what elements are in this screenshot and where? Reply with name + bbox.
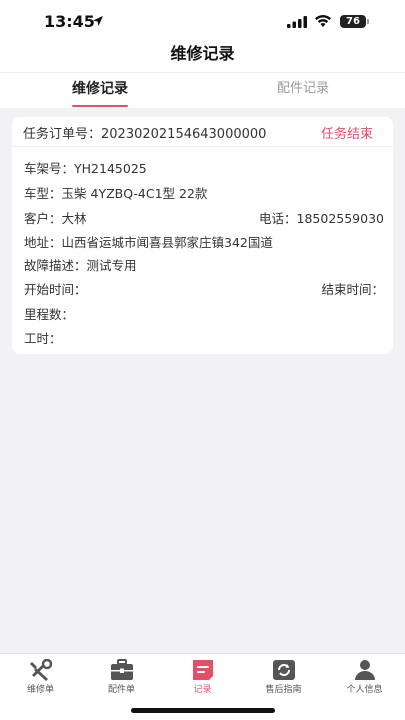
order-number: 任务订单号：20230202154643000000 xyxy=(23,123,266,142)
address-row: 地址：山西省运城市闻喜县郭家庄镇342国道 xyxy=(24,232,384,252)
frame-label: 车架号： xyxy=(24,161,75,176)
guide-icon xyxy=(273,660,295,680)
mileage-row: 里程数： xyxy=(24,304,384,324)
home-indicator xyxy=(131,708,275,713)
order-value: 20230202154643000000 xyxy=(101,127,267,142)
person-icon xyxy=(355,660,375,680)
fault-value: 测试专用 xyxy=(86,258,137,273)
frame-value: YH2145025 xyxy=(74,161,147,176)
frame-row: 车架号：YH2145025 xyxy=(24,158,384,178)
cellular-signal-icon xyxy=(287,16,307,28)
tabbar-label: 记录 xyxy=(193,685,212,695)
card-header: 任务订单号：20230202154643000000 任务结束 xyxy=(12,117,393,147)
hours-label: 工时： xyxy=(24,331,62,346)
customer-label: 客户： xyxy=(24,211,62,226)
end-time-label: 结束时间： xyxy=(321,282,384,297)
fault-label: 故障描述： xyxy=(24,258,87,273)
tab-parts-records[interactable]: 配件记录 xyxy=(243,73,363,109)
customer-value: 大林 xyxy=(61,211,87,226)
hours-row: 工时： xyxy=(24,328,384,348)
tools-icon xyxy=(30,659,53,681)
address-value: 山西省运城市闻喜县郭家庄镇342国道 xyxy=(61,235,273,250)
address-label: 地址： xyxy=(24,235,62,250)
briefcase-icon xyxy=(111,659,133,680)
fault-row: 故障描述：测试专用 xyxy=(24,255,384,275)
location-arrow-icon xyxy=(93,16,103,26)
nav-bar: 维修记录 xyxy=(0,44,405,72)
battery-tip xyxy=(367,19,369,24)
start-time-label: 开始时间： xyxy=(24,282,87,297)
phone-field: 电话：18502559030 xyxy=(259,208,384,227)
tab-repair-records[interactable]: 维修记录 xyxy=(40,73,160,109)
tabbar-profile[interactable]: 个人信息 xyxy=(324,654,405,704)
time-row: 开始时间： 结束时间： xyxy=(24,279,384,299)
tabbar-label: 售后指南 xyxy=(265,685,302,695)
repair-record-card[interactable]: 任务订单号：20230202154643000000 任务结束 车架号：YH21… xyxy=(12,117,393,354)
tabbar-service-guide[interactable]: 售后指南 xyxy=(243,654,324,704)
status-time: 13:45 xyxy=(44,12,95,31)
tabbar-label: 配件单 xyxy=(107,685,135,695)
tabbar-label: 维修单 xyxy=(26,685,54,695)
battery-indicator: 76 xyxy=(340,15,366,28)
order-label: 任务订单号： xyxy=(23,127,102,142)
model-value: 玉柴 4YZBQ-4C1型 22款 xyxy=(61,186,208,201)
record-icon xyxy=(193,660,213,680)
tabbar-label: 个人信息 xyxy=(346,685,383,695)
status-bar: 13:45 76 xyxy=(0,0,405,44)
model-row: 车型：玉柴 4YZBQ-4C1型 22款 xyxy=(24,183,384,203)
customer-row: 客户：大林 电话：18502559030 xyxy=(24,208,384,228)
page-title: 维修记录 xyxy=(170,44,235,63)
phone-value: 18502559030 xyxy=(296,211,384,226)
tabbar-parts-order[interactable]: 配件单 xyxy=(81,654,162,704)
model-label: 车型： xyxy=(24,186,62,201)
phone-label: 电话： xyxy=(259,211,297,226)
tabbar-records[interactable]: 记录 xyxy=(162,654,243,704)
mileage-label: 里程数： xyxy=(24,307,75,322)
record-tabs: 维修记录 配件记录 xyxy=(0,72,405,108)
tabbar-repair-order[interactable]: 维修单 xyxy=(0,654,81,704)
status-badge: 任务结束 xyxy=(320,127,373,142)
wifi-icon xyxy=(315,15,331,27)
